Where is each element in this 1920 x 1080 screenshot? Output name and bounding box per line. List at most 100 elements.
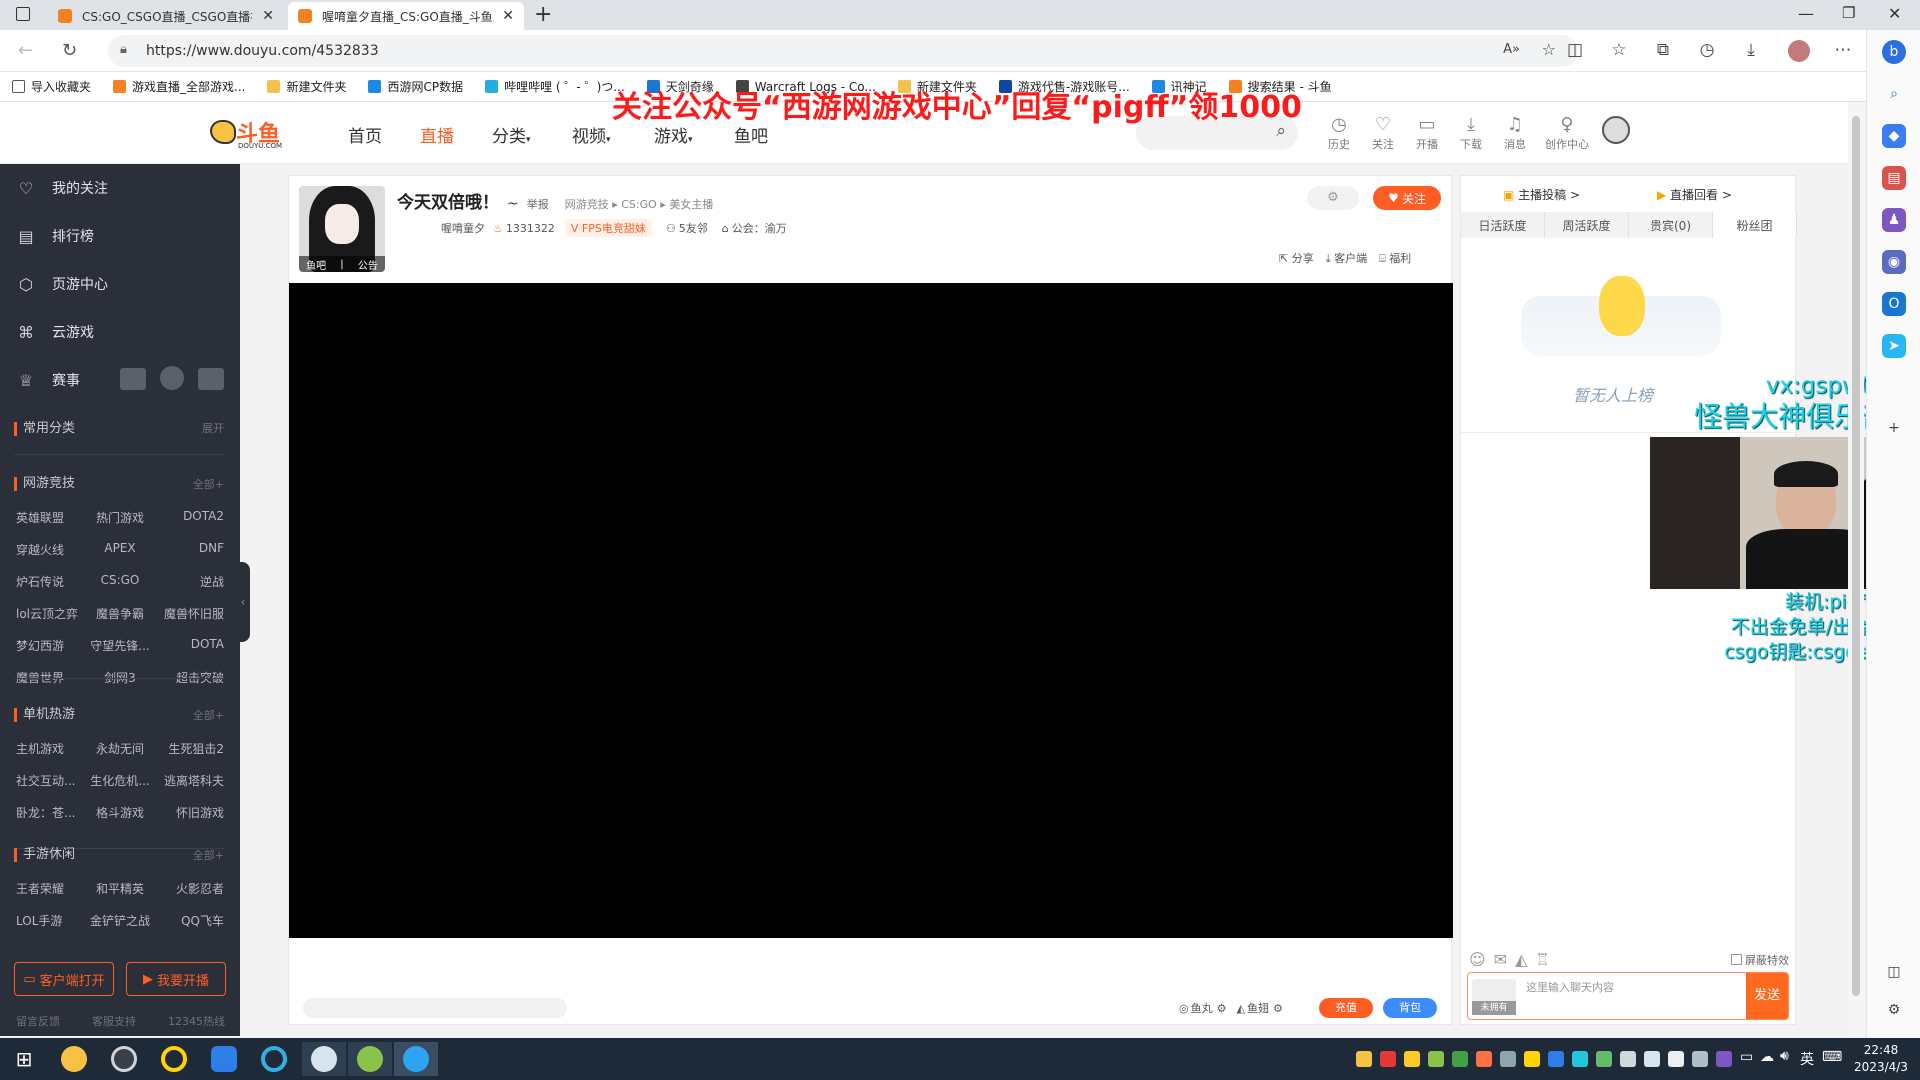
category-link[interactable]: 热门游戏: [85, 509, 154, 526]
sidebar-item-ranking[interactable]: ▤ 排行榜: [16, 226, 94, 246]
bag-button[interactable]: 背包: [1383, 998, 1437, 1018]
envelope-icon[interactable]: ✉: [1494, 950, 1507, 969]
category-link[interactable]: CS:GO: [85, 573, 154, 590]
feedback-link[interactable]: 留言反馈: [16, 1013, 60, 1029]
tab-actions-icon[interactable]: [16, 7, 30, 21]
category-link[interactable]: 主机游戏: [16, 740, 85, 757]
category-link[interactable]: 格斗游戏: [85, 804, 154, 821]
category-link[interactable]: QQ飞车: [155, 912, 224, 929]
search-icon[interactable]: ⌕: [1882, 82, 1906, 106]
microphone-icon[interactable]: [1668, 1051, 1684, 1067]
category-link[interactable]: 逆战: [155, 573, 224, 590]
bookmark-item[interactable]: 西游网CP数据: [368, 78, 463, 95]
outlook-icon[interactable]: O: [1882, 292, 1906, 316]
nav-category[interactable]: 分类▾: [492, 122, 531, 147]
guild-name[interactable]: 公会：渝万: [732, 220, 787, 236]
welfare-button[interactable]: ⌸ 福利: [1379, 250, 1411, 266]
category-link[interactable]: 穿越火线: [16, 541, 85, 558]
badge-icon[interactable]: ♖: [1535, 950, 1549, 969]
category-link[interactable]: 社交互动...: [16, 772, 85, 789]
tray-icon[interactable]: [1452, 1051, 1468, 1067]
streamer-badge[interactable]: V FPS电竞甜妹: [564, 219, 652, 237]
category-link[interactable]: LOL手游: [16, 912, 85, 929]
report-link[interactable]: 举报: [527, 196, 549, 212]
all-link[interactable]: 全部+: [193, 476, 224, 492]
category-link[interactable]: 王者荣耀: [16, 880, 85, 897]
tray-icon[interactable]: [1548, 1051, 1564, 1067]
taskbar-app-obs[interactable]: [104, 1042, 144, 1076]
go-live-button[interactable]: ▶ 我要开播: [126, 962, 226, 996]
all-link[interactable]: 全部+: [193, 707, 224, 723]
event-logo-icon[interactable]: [160, 366, 184, 390]
more-menu-icon[interactable]: ⋯: [1832, 40, 1854, 60]
bookmark-item[interactable]: 新建文件夹: [267, 78, 346, 95]
category-link[interactable]: 逃离塔科夫: [155, 772, 224, 789]
back-icon[interactable]: ←: [18, 40, 33, 61]
header-follow[interactable]: ♡ 关注: [1366, 114, 1400, 152]
read-aloud-icon[interactable]: A»: [1503, 42, 1520, 57]
tray-icon[interactable]: [1572, 1051, 1588, 1067]
category-link[interactable]: 守望先锋...: [85, 637, 154, 654]
tray-icon[interactable]: [1500, 1051, 1516, 1067]
bookmark-item[interactable]: 游戏直播_全部游戏...: [113, 78, 245, 95]
friends-count[interactable]: 5友邻: [679, 220, 708, 236]
tray-icon[interactable]: [1356, 1051, 1372, 1067]
category-link[interactable]: lol云顶之弈: [16, 605, 85, 622]
category-link[interactable]: 和平精英: [85, 880, 154, 897]
category-link[interactable]: DNF: [155, 541, 224, 558]
tray-icon[interactable]: [1716, 1051, 1732, 1067]
close-tab-icon[interactable]: ✕: [262, 8, 274, 24]
sidebar-toggle-icon[interactable]: ◫: [1882, 960, 1906, 984]
restore-button[interactable]: ❐: [1842, 4, 1855, 22]
tray-icon[interactable]: [1428, 1051, 1444, 1067]
user-avatar[interactable]: [1602, 116, 1630, 144]
sidebar-collapse-handle[interactable]: ‹: [236, 562, 250, 642]
clock[interactable]: 22:48 2023/4/3: [1848, 1042, 1914, 1076]
new-tab-button[interactable]: +: [534, 2, 552, 27]
support-link[interactable]: 客服支持: [92, 1013, 136, 1029]
megaphone-icon[interactable]: ◭: [1515, 950, 1527, 969]
hotline-link[interactable]: 12345热线: [168, 1013, 225, 1029]
keyboard-icon[interactable]: ⌨: [1822, 1049, 1842, 1065]
notice-tag[interactable]: 公告: [358, 257, 378, 272]
games-icon[interactable]: ♟: [1882, 208, 1906, 232]
ime-indicator[interactable]: 英: [1800, 1049, 1814, 1069]
tag-icon[interactable]: ◆: [1882, 124, 1906, 148]
tray-icon[interactable]: [1380, 1051, 1396, 1067]
tab-daily-activity[interactable]: 日活跃度: [1461, 212, 1545, 238]
category-link[interactable]: 生死狙击2: [155, 740, 224, 757]
tab-vip[interactable]: 贵宾(0): [1629, 212, 1713, 238]
taskbar-app-ring[interactable]: [154, 1042, 194, 1076]
sidebar-item-following[interactable]: ♡ 我的关注: [16, 178, 108, 198]
open-client-button[interactable]: ▭ 客户端打开: [14, 962, 114, 996]
category-link[interactable]: 怀旧游戏: [155, 804, 224, 821]
tray-icon[interactable]: [1404, 1051, 1420, 1067]
checkbox-box[interactable]: [1731, 954, 1742, 965]
tab-fan-club[interactable]: 粉丝团: [1713, 212, 1797, 238]
page-scrollbar[interactable]: [1848, 102, 1864, 1038]
video-player[interactable]: [289, 283, 1453, 938]
category-link[interactable]: 金铲铲之战: [85, 912, 154, 929]
category-link[interactable]: 火影忍者: [155, 880, 224, 897]
collections-icon[interactable]: ⧉: [1652, 40, 1674, 60]
briefcase-icon[interactable]: ▤: [1882, 166, 1906, 190]
split-screen-icon[interactable]: ◫: [1564, 40, 1586, 60]
category-link[interactable]: 炉石传说: [16, 573, 85, 590]
streamer-avatar[interactable]: 鱼吧 | 公告: [299, 186, 385, 272]
header-download[interactable]: ⤓ 下载: [1454, 114, 1488, 152]
sidebar-item-webgames[interactable]: ⬡ 页游中心: [16, 274, 108, 294]
sidebar-item-events[interactable]: ♕ 赛事: [16, 370, 80, 390]
header-messages[interactable]: ♫ 消息: [1498, 114, 1532, 152]
tray-icon[interactable]: [1476, 1051, 1492, 1067]
client-button[interactable]: ⤓ 客户端: [1326, 250, 1367, 266]
taskbar-app-edge[interactable]: [394, 1042, 438, 1076]
volume-icon[interactable]: 🔊︎: [1780, 1048, 1789, 1064]
header-creator[interactable]: ♀ 创作中心: [1542, 114, 1592, 152]
tray-icon[interactable]: [1644, 1051, 1660, 1067]
category-link[interactable]: APEX: [85, 541, 154, 558]
replay-link[interactable]: ▶ 直播回看 >: [1657, 186, 1732, 203]
downloads-icon[interactable]: ⤓: [1740, 40, 1762, 60]
settings-gear-icon[interactable]: ⚙: [1882, 998, 1906, 1022]
category-link[interactable]: 生化危机...: [85, 772, 154, 789]
nav-home[interactable]: 首页: [348, 122, 382, 147]
